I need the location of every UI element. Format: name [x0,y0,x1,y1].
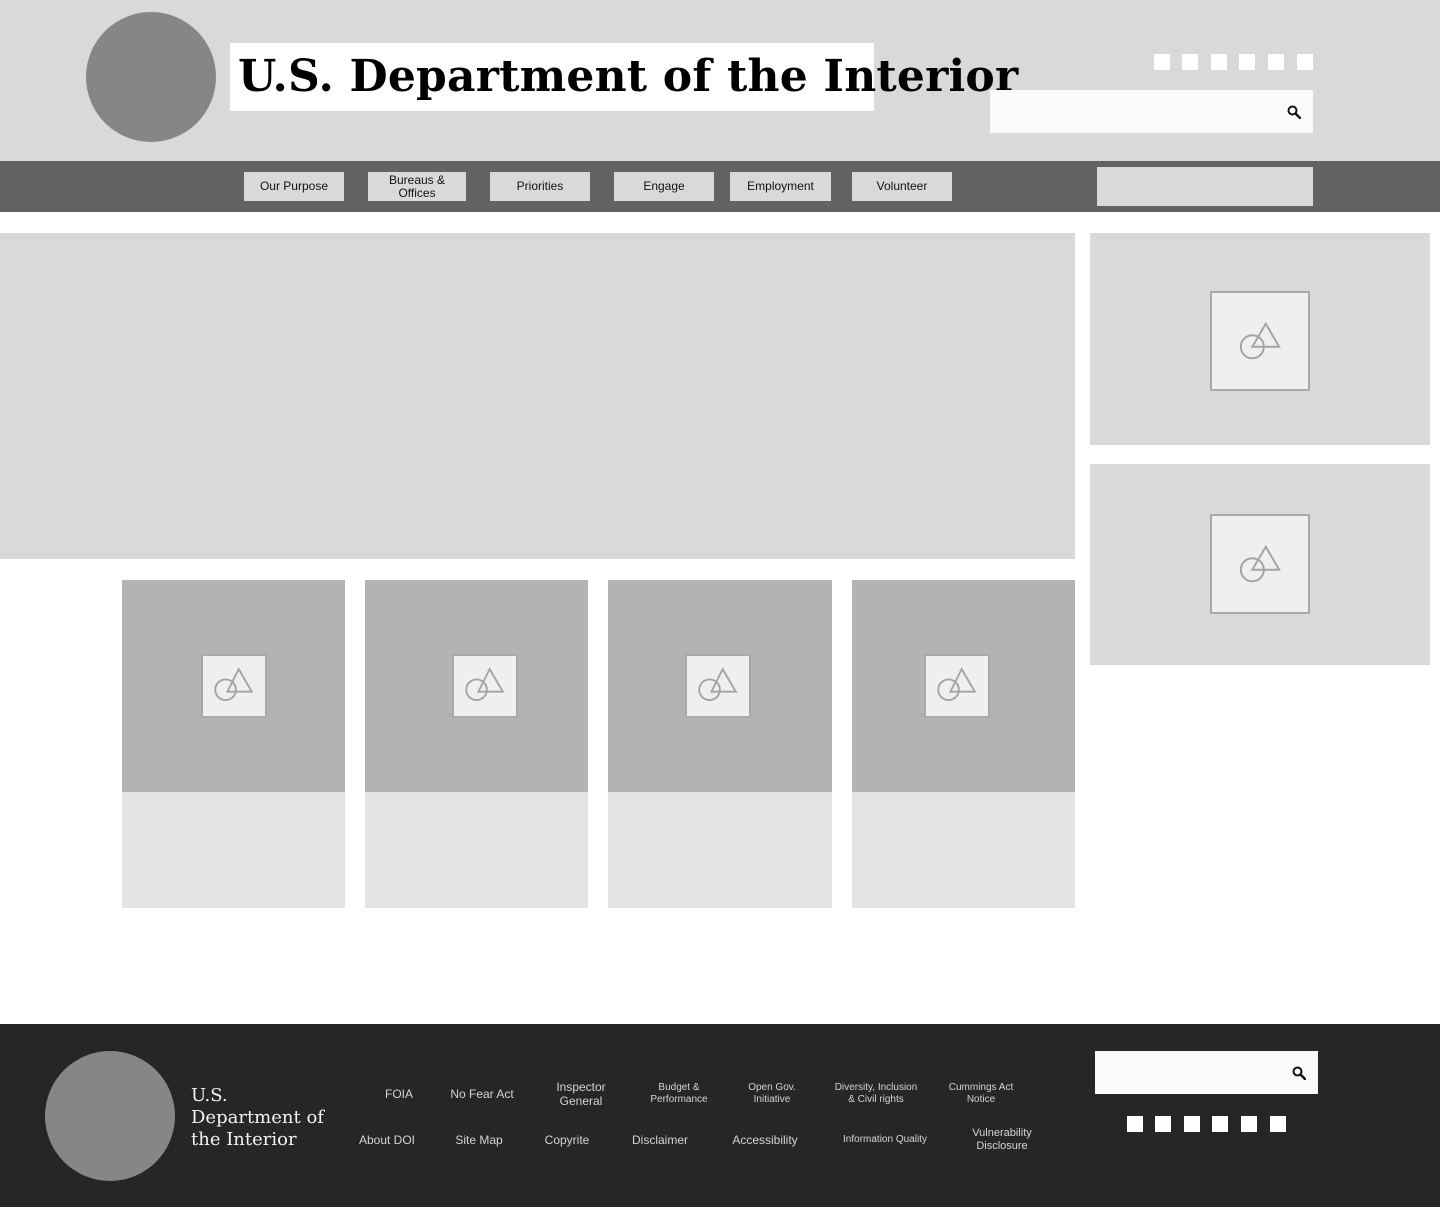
footer-link-diversity[interactable]: Diversity, Inclusion & Civil rights [834,1074,918,1114]
image-placeholder-icon [201,654,267,718]
search-icon[interactable] [1287,105,1301,119]
footer-link-information-quality[interactable]: Information Quality [834,1128,936,1152]
nav-bureaus-offices[interactable]: Bureaus & Offices [368,172,466,201]
footer-link-no-fear-act[interactable]: No Fear Act [442,1080,522,1108]
card-4-body[interactable] [852,792,1075,908]
social-icon[interactable] [1184,1116,1200,1132]
card-1-body[interactable] [122,792,345,908]
card-3-body[interactable] [608,792,832,908]
social-icon[interactable] [1211,54,1227,70]
footer-link-disclaimer[interactable]: Disclaimer [624,1128,696,1152]
image-placeholder-icon [685,654,751,718]
social-icon[interactable] [1270,1116,1286,1132]
footer-link-copyrite[interactable]: Copyrite [536,1128,598,1152]
footer-link-site-map[interactable]: Site Map [448,1128,510,1152]
social-icon[interactable] [1155,1116,1171,1132]
nav-employment[interactable]: Employment [730,172,831,201]
social-icon[interactable] [1127,1116,1143,1132]
image-placeholder-icon [1210,514,1310,614]
social-icon[interactable] [1241,1116,1257,1132]
footer-link-cummings-act[interactable]: Cummings Act Notice [948,1079,1014,1109]
footer-link-budget-performance[interactable]: Budget & Performance [643,1079,715,1109]
footer-link-foia[interactable]: FOIA [369,1080,429,1108]
nav-volunteer[interactable]: Volunteer [852,172,952,201]
image-placeholder-icon [1210,291,1310,391]
footer-doi-seal-logo[interactable] [45,1051,175,1181]
header-search-input[interactable] [990,90,1313,133]
social-icon[interactable] [1182,54,1198,70]
doi-seal-logo[interactable] [86,12,216,142]
social-icon[interactable] [1268,54,1284,70]
site-title[interactable]: U.S. Department of the Interior [230,43,1018,111]
card-2-body[interactable] [365,792,588,908]
social-icon[interactable] [1297,54,1313,70]
nav-priorities[interactable]: Priorities [490,172,590,201]
footer-search-input[interactable] [1095,1051,1318,1094]
footer-link-accessibility[interactable]: Accessibility [722,1128,808,1152]
search-icon[interactable] [1292,1066,1306,1080]
image-placeholder-icon [924,654,990,718]
social-icon[interactable] [1154,54,1170,70]
footer-link-open-gov[interactable]: Open Gov. Initiative [741,1079,803,1109]
hero-banner[interactable] [0,233,1075,559]
nav-search-box[interactable] [1097,167,1313,206]
image-placeholder-icon [452,654,518,718]
footer-link-inspector-general[interactable]: Inspector General [547,1079,615,1109]
nav-engage[interactable]: Engage [614,172,714,201]
footer-title[interactable]: U.S. Department of the Interior [191,1085,341,1151]
footer-link-about-doi[interactable]: About DOI [351,1128,423,1152]
nav-our-purpose[interactable]: Our Purpose [244,172,344,201]
social-icon[interactable] [1239,54,1255,70]
footer-link-vulnerability-disclosure[interactable]: Vulnerability Disclosure [962,1124,1042,1156]
social-icon[interactable] [1212,1116,1228,1132]
